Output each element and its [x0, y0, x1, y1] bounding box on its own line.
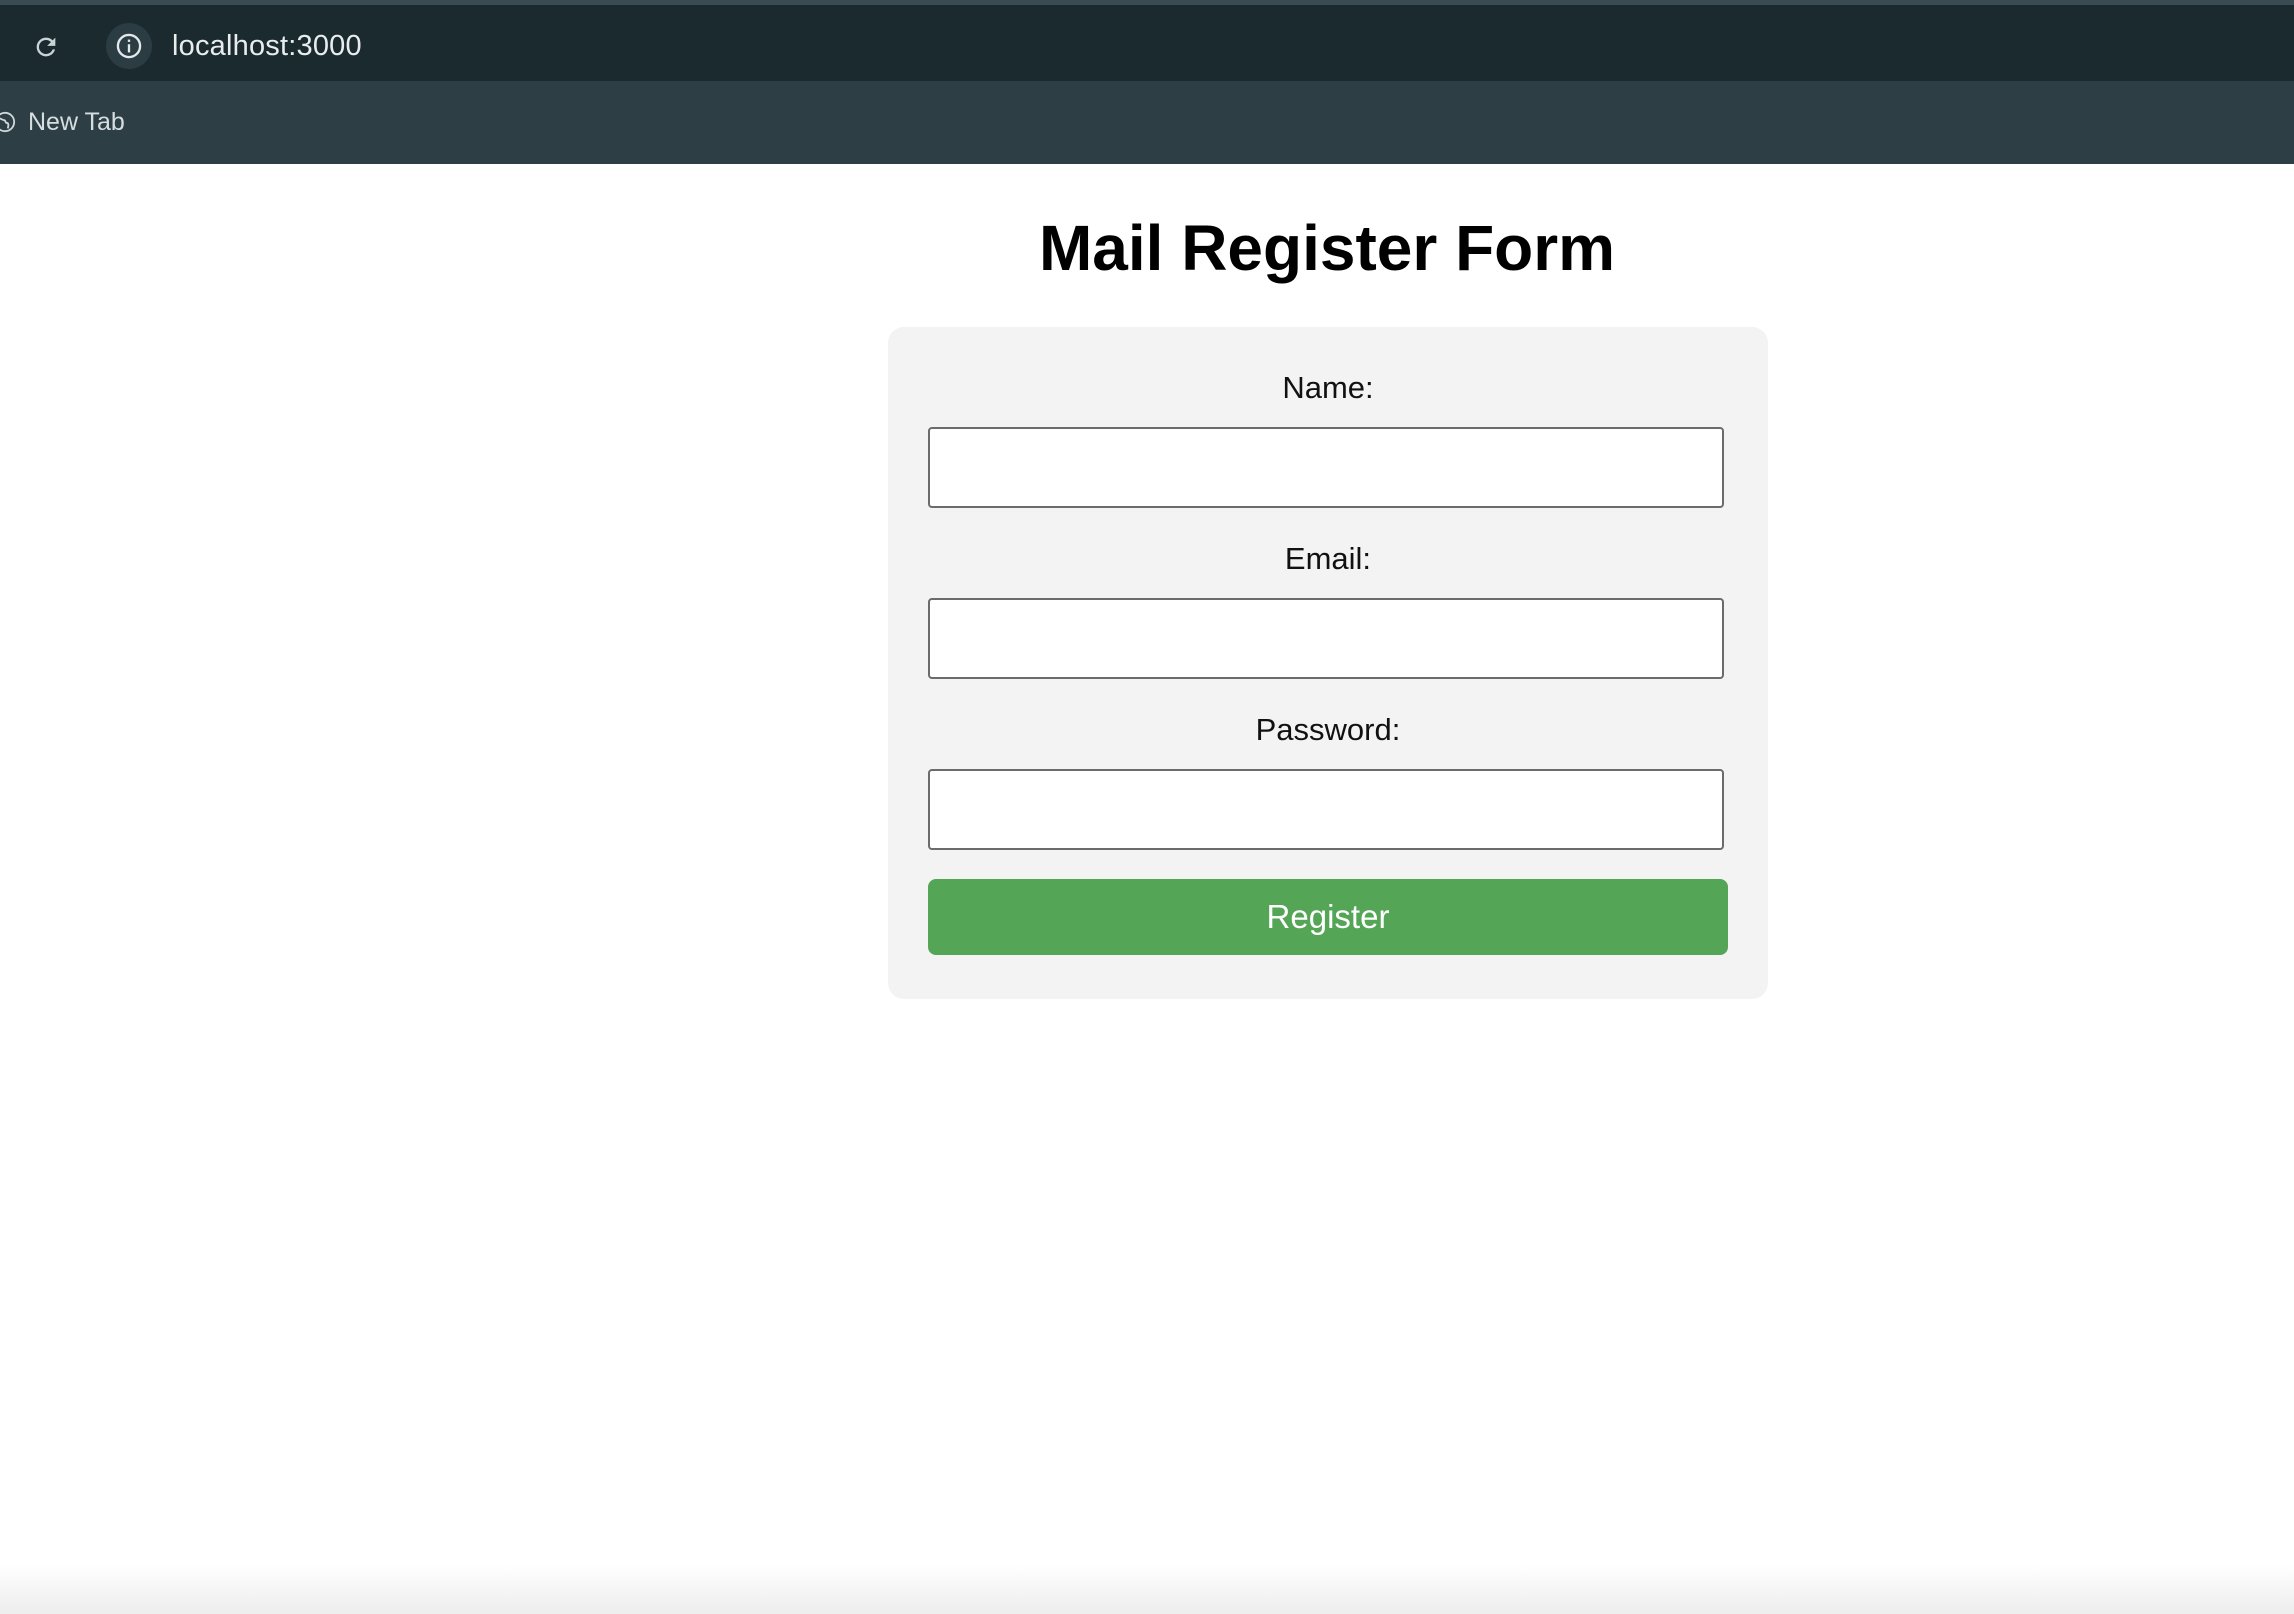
bookmark-new-tab[interactable]: New Tab: [0, 102, 125, 142]
password-input[interactable]: [928, 769, 1724, 850]
page-content: Mail Register Form Name: Email: Password…: [0, 164, 2294, 1614]
reload-icon: [36, 37, 56, 57]
register-form: Name: Email: Password: Register: [888, 327, 1768, 999]
email-input[interactable]: [928, 598, 1724, 679]
reload-button[interactable]: [26, 27, 66, 67]
name-label: Name:: [1282, 370, 1374, 405]
browser-toolbar: localhost:3000: [0, 5, 2294, 81]
info-icon: [116, 33, 142, 59]
globe-icon: [0, 111, 16, 133]
site-info-button[interactable]: [106, 23, 152, 69]
bookmarks-bar: New Tab: [0, 81, 2294, 164]
address-bar[interactable]: localhost:3000: [98, 16, 2294, 76]
bottom-shadow: [0, 1564, 2294, 1614]
email-label: Email:: [1284, 541, 1372, 576]
register-button[interactable]: Register: [928, 879, 1728, 955]
browser-chrome: localhost:3000 New Tab: [0, 0, 2294, 164]
page-title: Mail Register Form: [1038, 212, 1616, 284]
bookmark-label: New Tab: [28, 107, 125, 136]
name-input[interactable]: [928, 427, 1724, 508]
url-text[interactable]: localhost:3000: [172, 30, 362, 62]
password-label: Password:: [1255, 712, 1401, 747]
